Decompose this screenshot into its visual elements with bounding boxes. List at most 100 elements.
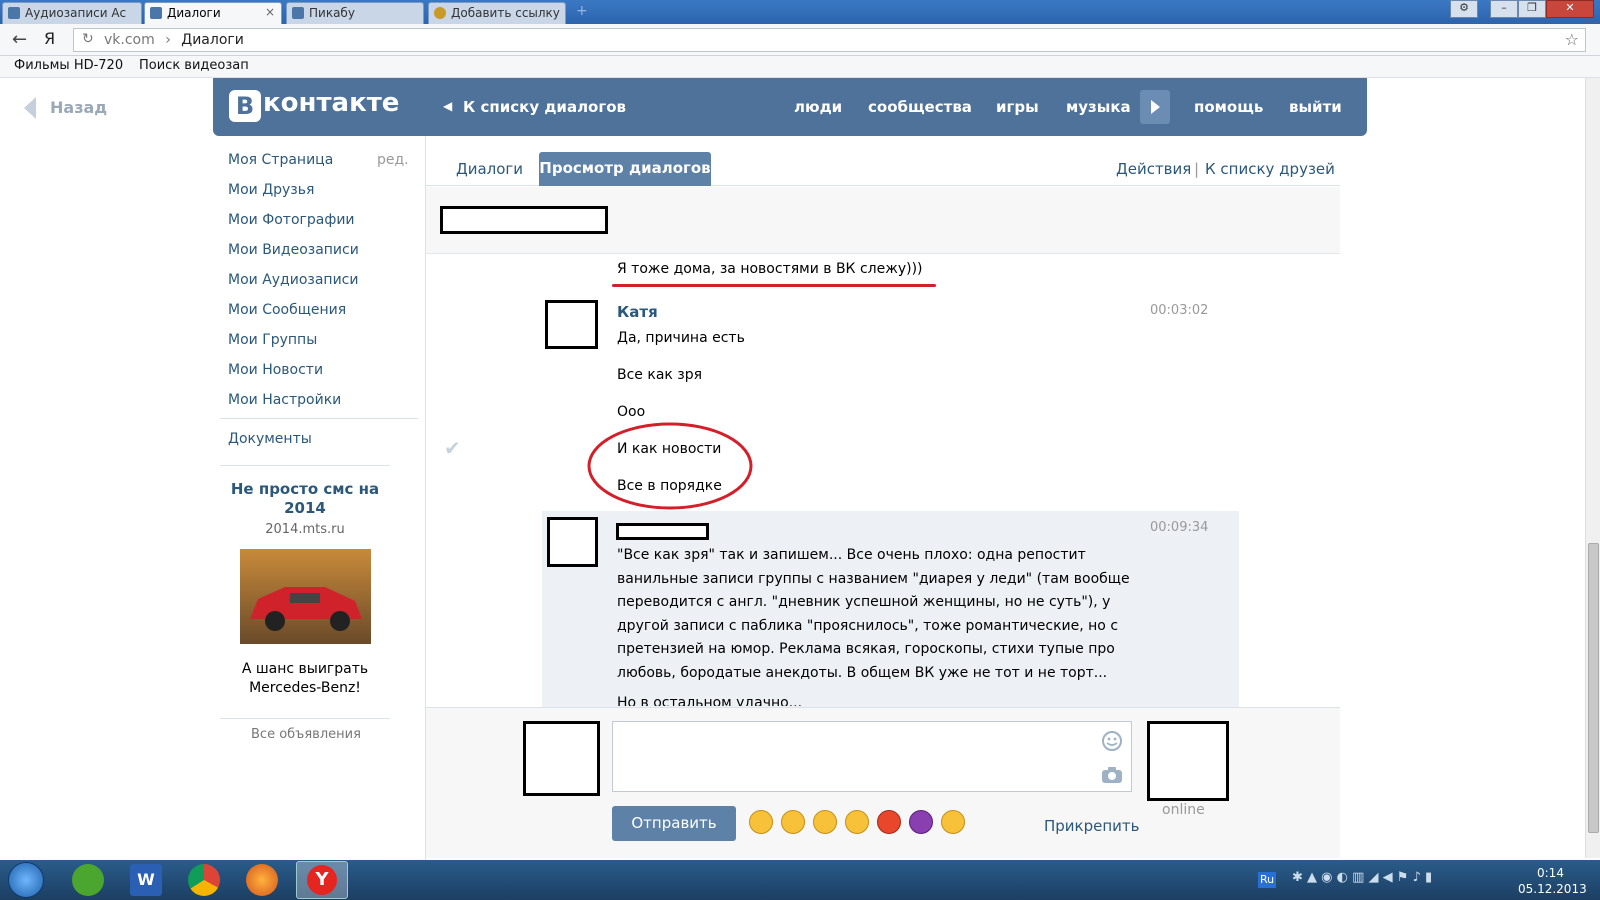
reply-time: 00:09:34 [1150,520,1209,535]
ad-text: А шанс выиграть Mercedes-Benz! [241,661,369,696]
nav-games[interactable]: игры [996,98,1039,116]
send-button[interactable]: Отправить [612,806,736,841]
page-scrollbar[interactable] [1585,78,1600,858]
smile-emoji-icon[interactable] [845,810,869,834]
url-page: Диалоги [181,32,244,48]
menu-messages[interactable]: Мои Сообщения [228,302,346,318]
vk-favicon [150,7,162,19]
maximize-icon[interactable]: ❐ [1518,0,1546,18]
wink-emoji-icon[interactable] [941,810,965,834]
chrome-icon[interactable] [188,864,220,896]
ad-block[interactable]: Не просто смс на 2014 2014.mts.ru А шанс… [220,480,390,698]
tabs-separator: | [1194,160,1200,178]
devil-emoji-icon[interactable] [909,810,933,834]
tab-dialogs[interactable]: Диалоги [456,160,523,178]
menu-settings[interactable]: Мои Настройки [228,392,341,408]
chevron-left-icon: ◀ [443,99,453,113]
laugh-emoji-icon[interactable] [749,810,773,834]
menu-photos[interactable]: Мои Фотографии [228,212,355,228]
star-icon[interactable]: ☆ [1565,30,1579,49]
firefox-icon[interactable] [246,864,278,896]
katya-avatar[interactable] [545,300,598,349]
vk-favicon [8,7,20,19]
prev-message-text: Я тоже дома, за новостями в ВК слежу))) [617,261,923,277]
back-to-dialogs-link[interactable]: К списку диалогов [463,98,626,116]
menu-my-page[interactable]: Моя Страница [228,152,333,168]
all-ads-link[interactable]: Все объявления [251,727,361,742]
friends-list-link[interactable]: К списку друзей [1205,160,1335,178]
pikabu-favicon [292,7,304,19]
tab-dialogs[interactable]: Диалоги × [144,2,282,24]
start-button-icon[interactable] [8,862,44,898]
menu-groups[interactable]: Мои Группы [228,332,317,348]
my-avatar[interactable] [523,721,600,796]
menu-news[interactable]: Мои Новости [228,362,323,378]
url-input[interactable]: ↻ vk.com › Диалоги ☆ [73,28,1586,52]
redacted-name [440,206,608,234]
nav-help[interactable]: помощь [1194,98,1263,116]
nav-music[interactable]: музыка [1066,98,1131,116]
reload-icon[interactable]: ↻ [82,31,94,47]
interlocutor-avatar[interactable] [1147,721,1229,801]
grin-emoji-icon[interactable] [813,810,837,834]
tab-pikabu[interactable]: Пикабу [286,2,424,24]
katya-line-3: Ооо [617,404,646,420]
nav-people[interactable]: люди [794,98,842,116]
play-icon [1151,100,1160,114]
ad-car-image[interactable] [239,549,371,644]
katya-time: 00:03:02 [1150,303,1209,318]
angry-emoji-icon[interactable] [877,810,901,834]
yandex-icon[interactable]: Я [44,29,55,48]
smile-icon[interactable] [1101,730,1123,752]
windows-taskbar: W Y Ru ✱ ▲ ◉ ◐ ▥ ◢ ◀ ⚑ ♪ ▮ 0:14 05.12.20… [0,860,1600,900]
tab-add-link[interactable]: Добавить ссылку [428,2,566,24]
minimize-icon[interactable]: – [1490,0,1518,18]
new-tab-button[interactable]: + [576,3,588,19]
menu-documents[interactable]: Документы [228,431,312,447]
close-window-icon[interactable]: ✕ [1546,0,1594,18]
back-arrow-icon[interactable]: ← [12,29,27,50]
tray-icons[interactable]: ✱ ▲ ◉ ◐ ▥ ◢ ◀ ⚑ ♪ ▮ [1292,870,1432,885]
vk-logo-text[interactable]: контакте [263,88,399,118]
bookmarks-bar: Фильмы HD-720 Поиск видеозап [0,56,1600,78]
reply-redacted-name [616,523,709,540]
tab-view-dialogs[interactable]: Просмотр диалогов [539,152,711,186]
reply-avatar[interactable] [547,517,598,567]
camera-icon[interactable] [1101,766,1123,784]
back-link[interactable]: Назад [24,96,114,120]
ad-bottom-divider [220,718,390,719]
reply-text: "Все как зря" так и запишем... Все очень… [617,547,1130,681]
katya-line-1: Да, причина есть [617,330,745,346]
yandex-browser-task[interactable]: Y [296,861,348,899]
scrollbar-thumb[interactable] [1588,543,1599,833]
close-tab-icon[interactable]: × [265,5,275,19]
address-bar: ← Я ↻ vk.com › Диалоги ☆ [0,24,1600,56]
play-button[interactable] [1140,90,1170,124]
katya-line-2: Все как зря [617,367,703,383]
clock-time: 0:14 [1537,866,1564,880]
message-input[interactable] [612,721,1132,792]
language-indicator[interactable]: Ru [1258,872,1276,888]
menu-audio[interactable]: Мои Аудиозаписи [228,272,358,288]
menu-friends[interactable]: Мои Друзья [228,182,314,198]
bookmark-video-search[interactable]: Поиск видеозап [139,58,249,73]
katya-name[interactable]: Катя [617,303,658,321]
link-favicon [434,7,446,19]
nav-logout[interactable]: выйти [1289,98,1342,116]
utorrent-icon[interactable] [72,864,104,896]
vk-logo-icon[interactable]: В [229,90,261,122]
settings-icon[interactable]: ⚙ [1450,0,1478,18]
bookmark-films[interactable]: Фильмы HD-720 [14,58,123,73]
reply-cut-text: Но в остальном удачно... [617,696,803,706]
edit-link[interactable]: ред. [377,152,409,168]
actions-link[interactable]: Действия [1116,160,1191,178]
attach-link[interactable]: Прикрепить [1044,817,1140,835]
vk-header: В контакте ◀ К списку диалогов люди сооб… [213,78,1367,136]
triangle-left-icon [24,97,36,119]
tab-audio[interactable]: Аудиозаписи Ас [2,2,142,24]
word-icon[interactable]: W [130,864,162,896]
menu-videos[interactable]: Мои Видеозаписи [228,242,359,258]
tears-of-joy-emoji-icon[interactable] [781,810,805,834]
ad-title[interactable]: Не просто смс на 2014 [220,480,390,518]
nav-communities[interactable]: сообщества [868,98,972,116]
